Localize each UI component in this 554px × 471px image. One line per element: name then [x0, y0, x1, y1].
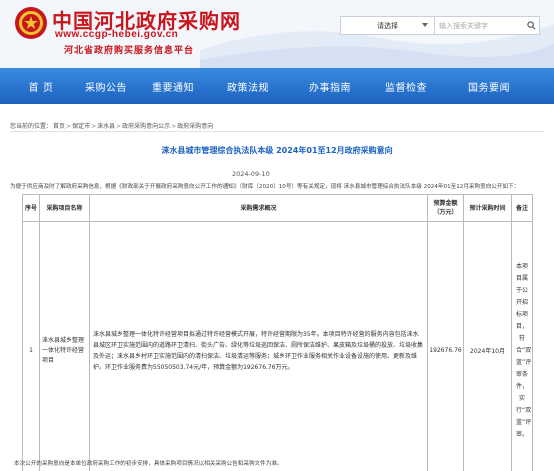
- cell-note: 本项目属于公开招标项目，符合“双蓝”评审条件，实行“双蓝”评审。: [511, 221, 533, 471]
- publish-date: 2024-09-10: [232, 170, 270, 178]
- table-row: 1 涞水县城乡整理一体化特许经营项目 涞水县城乡整理一体化特许经营项目拟通过特许…: [22, 221, 533, 471]
- breadcrumb-home[interactable]: 首页: [53, 123, 65, 130]
- main-nav: 首 页 采购公告 重要通知 政策法规 办事指南 监督检查 国务要闻: [0, 68, 554, 104]
- page-title: 涞水县城市管理综合执法队本级 2024年01至12月政府采购意向: [161, 146, 393, 155]
- nav-item-important-notices[interactable]: 重要通知: [140, 68, 206, 104]
- header-seq: 序号: [22, 194, 40, 222]
- search-input[interactable]: 输入搜索关键字: [435, 17, 523, 34]
- cell-desc: 涞水县城乡整理一体化特许经营项目拟通过特许经营模式开展，特许经营期限为35年。本…: [89, 221, 428, 471]
- search-bar: 请选择 输入搜索关键字: [340, 16, 540, 35]
- breadcrumb-city[interactable]: 保定市: [72, 123, 90, 130]
- breadcrumb: 您当前的位置：首页>保定市>涞水县>政府采购意向公示>政府采购意向: [10, 123, 214, 130]
- nav-item-home[interactable]: 首 页: [0, 68, 72, 104]
- search-icon: [526, 21, 535, 30]
- breadcrumb-prefix: 您当前的位置：: [10, 123, 53, 130]
- breadcrumb-intent-list[interactable]: 政府采购意向公示: [122, 123, 170, 130]
- header-note: 备注: [511, 194, 533, 222]
- cell-name: 涞水县城乡整理一体化特许经营项目: [39, 221, 90, 471]
- breadcrumb-current[interactable]: 政府采购意向: [177, 123, 213, 130]
- search-category-select[interactable]: 请选择: [341, 17, 435, 34]
- intro-text: 为便于供应商及时了解政府采购信息，根据《财政部关于开展政府采购意向公开工作的通知…: [10, 184, 520, 190]
- table-header-row: 序号 采购项目名称 采购需求概况 预算金额（万元） 预计采购时间 备注: [22, 194, 533, 222]
- cell-amount: 192676.76: [427, 221, 464, 471]
- cell-seq: 1: [22, 221, 40, 471]
- search-category-value: 请选择: [377, 21, 398, 30]
- nav-item-state-news[interactable]: 国务要闻: [442, 68, 536, 104]
- procurement-intent-table: 序号 采购项目名称 采购需求概况 预算金额（万元） 预计采购时间 备注 1 涞水…: [22, 194, 533, 471]
- nav-item-supervision[interactable]: 监督检查: [370, 68, 442, 104]
- header-name: 采购项目名称: [39, 194, 90, 222]
- breadcrumb-county[interactable]: 涞水县: [97, 123, 115, 130]
- nav-item-policies[interactable]: 政策法规: [206, 68, 290, 104]
- header-time: 预计采购时间: [463, 194, 512, 222]
- state-emblem-icon[interactable]: [14, 6, 48, 40]
- header-amount: 预算金额（万元）: [427, 194, 464, 222]
- site-url: www.ccgp-hebei.gov.cn: [55, 29, 179, 40]
- nav-item-procurement-notices[interactable]: 采购公告: [72, 68, 140, 104]
- publish-date-value: 2024-09-10: [232, 170, 270, 178]
- search-button[interactable]: [523, 17, 539, 34]
- footnote: 本次公开的采购意向是本单位政府采购工作的初步安排，具体采购项目情况以相关采购公告…: [14, 461, 283, 467]
- site-header: 中国河北政府采购网 www.ccgp-hebei.gov.cn 河北省政府购买服…: [0, 0, 554, 68]
- nav-item-guide[interactable]: 办事指南: [290, 68, 370, 104]
- chevron-down-icon: [422, 23, 428, 27]
- site-subtitle: 河北省政府购买服务信息平台: [64, 46, 195, 56]
- cell-time: 2024年10月: [463, 221, 512, 471]
- header-desc: 采购需求概况: [89, 194, 428, 222]
- divider: [10, 131, 544, 132]
